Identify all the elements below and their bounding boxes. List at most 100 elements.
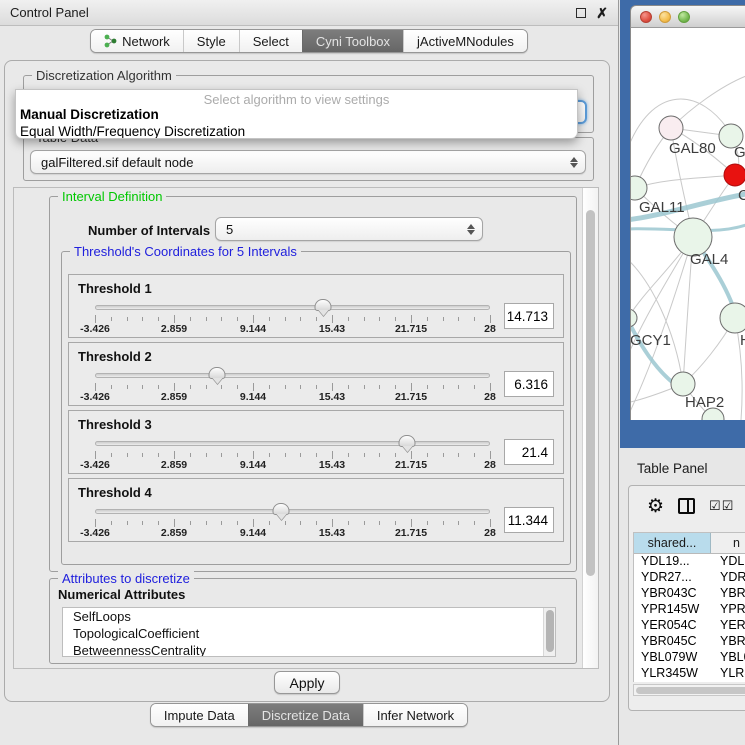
slider-thumb[interactable]: [314, 299, 331, 311]
node-label: GAL4: [690, 251, 728, 268]
float-window-icon[interactable]: [576, 8, 586, 18]
discretization-algorithm-label: Discretization Algorithm: [32, 68, 176, 83]
tab-infer-network[interactable]: Infer Network: [363, 704, 467, 726]
slider-thumb[interactable]: [209, 367, 226, 379]
scrollbar-thumb[interactable]: [636, 687, 745, 694]
split-columns-icon[interactable]: [678, 498, 695, 514]
interval-definition-group: Interval Definition Number of Intervals …: [49, 196, 577, 572]
node-label: GCY1: [631, 332, 671, 349]
tab-impute-data[interactable]: Impute Data: [151, 704, 248, 726]
number-of-intervals-label: Number of Intervals: [88, 223, 210, 238]
popup-placeholder: Select algorithm to view settings: [16, 90, 577, 106]
control-panel: Control Panel ✗ Network Styl: [0, 0, 619, 745]
table-row[interactable]: YBR043C YBR0: [634, 586, 745, 602]
interval-definition-label: Interval Definition: [58, 189, 166, 204]
tab-network[interactable]: Network: [91, 30, 183, 52]
node-label: HAP2: [685, 394, 724, 411]
table-data-value: galFiltered.sif default node: [41, 155, 193, 170]
numerical-attributes-label: Numerical Attributes: [58, 587, 185, 602]
node-gcy1[interactable]: [631, 309, 637, 327]
network-icon: [104, 34, 117, 48]
threshold-4-panel: Threshold 4 -3.426 2.859 9.144: [68, 478, 564, 542]
table-header-row: shared... n: [634, 533, 745, 554]
node-label: GAL80: [669, 140, 716, 157]
gear-icon[interactable]: ⚙: [647, 497, 664, 516]
table-row[interactable]: YDR27... YDR2: [634, 570, 745, 586]
panel-title: Control Panel: [10, 5, 89, 20]
tab-select[interactable]: Select: [239, 30, 302, 52]
network-canvas[interactable]: GAL80 GA C GAL11 GAL4 GCY1 H HAP2: [630, 28, 745, 420]
table-panel: Table Panel ⚙ ☑☑ shared... n YDL19... YD…: [620, 448, 745, 745]
thresholds-group-label: Threshold's Coordinates for 5 Intervals: [70, 244, 301, 259]
tab-discretize-data[interactable]: Discretize Data: [248, 704, 363, 726]
table-toolbar: ⚙ ☑☑: [629, 486, 745, 526]
close-traffic-light-icon[interactable]: [640, 11, 652, 23]
control-panel-titlebar: Control Panel ✗: [0, 0, 618, 26]
tab-style[interactable]: Style: [183, 30, 239, 52]
zoom-traffic-light-icon[interactable]: [678, 11, 690, 23]
threshold-4-slider[interactable]: -3.426 2.859 9.144 15.43 21.715 28: [95, 501, 490, 539]
slider-thumb[interactable]: [272, 503, 289, 515]
checked-checkbox-icons[interactable]: ☑☑: [709, 498, 734, 514]
network-window: GAL80 GA C GAL11 GAL4 GCY1 H HAP2: [630, 5, 745, 421]
node-h[interactable]: [720, 303, 745, 333]
popup-item-manual-discretization[interactable]: Manual Discretization: [16, 106, 577, 123]
right-region: GAL80 GA C GAL11 GAL4 GCY1 H HAP2 Table: [620, 0, 745, 745]
scrollbar-thumb[interactable]: [586, 210, 595, 576]
close-icon[interactable]: ✗: [596, 8, 608, 18]
tab-cyni-toolbox[interactable]: Cyni Toolbox: [302, 30, 403, 52]
table-row[interactable]: YLR345W YLR3: [634, 666, 745, 682]
node-table[interactable]: shared... n YDL19... YDL1 YDR27... YDR2 …: [633, 532, 745, 682]
threshold-1-value[interactable]: 14.713: [504, 303, 554, 329]
threshold-1-panel: Threshold 1 -3.426 2.859 9.144: [68, 274, 564, 338]
table-panel-title: Table Panel: [637, 461, 708, 476]
list-item[interactable]: BetweennessCentrality: [63, 642, 555, 657]
number-of-intervals-combobox[interactable]: 5: [215, 217, 483, 241]
table-horizontal-scrollbar[interactable]: [633, 684, 745, 696]
threshold-3-panel: Threshold 3 -3.426 2.859 9.144: [68, 410, 564, 474]
combo-stepper-icon: [467, 224, 475, 235]
table-row[interactable]: YBL079W YBL0: [634, 650, 745, 666]
network-graph: GAL80 GA C GAL11 GAL4 GCY1 H HAP2: [631, 28, 745, 420]
column-header-shared[interactable]: shared...: [634, 533, 711, 553]
node-red-selected[interactable]: [724, 164, 745, 186]
top-tab-bar: Network Style Select Cyni Toolbox jActiv…: [0, 29, 618, 55]
network-window-frame: GAL80 GA C GAL11 GAL4 GCY1 H HAP2: [620, 0, 745, 448]
table-row[interactable]: YPR145W YPR1: [634, 602, 745, 618]
slider-thumb[interactable]: [399, 435, 416, 447]
threshold-3-value[interactable]: 21.4: [504, 439, 554, 465]
node-hap2[interactable]: [671, 372, 695, 396]
threshold-2-value[interactable]: 6.316: [504, 371, 554, 397]
settings-scrollbar[interactable]: [582, 188, 598, 668]
apply-button[interactable]: Apply: [274, 671, 340, 694]
numerical-attributes-list[interactable]: SelfLoops TopologicalCoefficient Between…: [62, 607, 556, 657]
table-row[interactable]: YDL19... YDL1: [634, 554, 745, 570]
node-label: C: [738, 187, 745, 204]
threshold-2-panel: Threshold 2 -3.426 2.859 9.144: [68, 342, 564, 406]
table-row[interactable]: YER054C YER0: [634, 618, 745, 634]
column-header-name[interactable]: n: [711, 533, 745, 553]
combo-stepper-icon: [570, 157, 578, 168]
threshold-4-value[interactable]: 11.344: [504, 507, 554, 533]
bottom-tab-bar: Impute Data Discretize Data Infer Networ…: [0, 703, 618, 731]
node-gal80[interactable]: [659, 116, 683, 140]
list-item[interactable]: TopologicalCoefficient: [63, 625, 555, 642]
threshold-2-slider[interactable]: -3.426 2.859 9.144 15.43 21.715 28: [95, 365, 490, 403]
minimize-traffic-light-icon[interactable]: [659, 11, 671, 23]
network-window-titlebar[interactable]: [630, 5, 745, 28]
threshold-3-slider[interactable]: -3.426 2.859 9.144 15.43 21.715 28: [95, 433, 490, 471]
table-data-combobox[interactable]: galFiltered.sif default node: [30, 150, 586, 174]
list-scrollbar[interactable]: [543, 608, 555, 656]
application-root: Control Panel ✗ Network Styl: [0, 0, 745, 745]
threshold-1-slider[interactable]: -3.426 2.859 9.144 15.43 21.715 28: [95, 297, 490, 335]
attributes-group-label: Attributes to discretize: [58, 571, 194, 586]
popup-item-equal-width-frequency[interactable]: Equal Width/Frequency Discretization: [16, 123, 577, 139]
thresholds-group: Threshold's Coordinates for 5 Intervals …: [61, 251, 571, 565]
list-item[interactable]: SelfLoops: [63, 608, 555, 625]
tab-jactivemnodules[interactable]: jActiveMNodules: [403, 30, 527, 52]
table-row[interactable]: YBR045C YBR0: [634, 634, 745, 650]
node-label: H: [740, 332, 745, 349]
table-panel-body: ⚙ ☑☑ shared... n YDL19... YDL1 YDR27...: [628, 485, 745, 711]
node-label: GAL11: [639, 199, 685, 216]
settings-scroll-area: Interval Definition Number of Intervals …: [13, 187, 599, 669]
